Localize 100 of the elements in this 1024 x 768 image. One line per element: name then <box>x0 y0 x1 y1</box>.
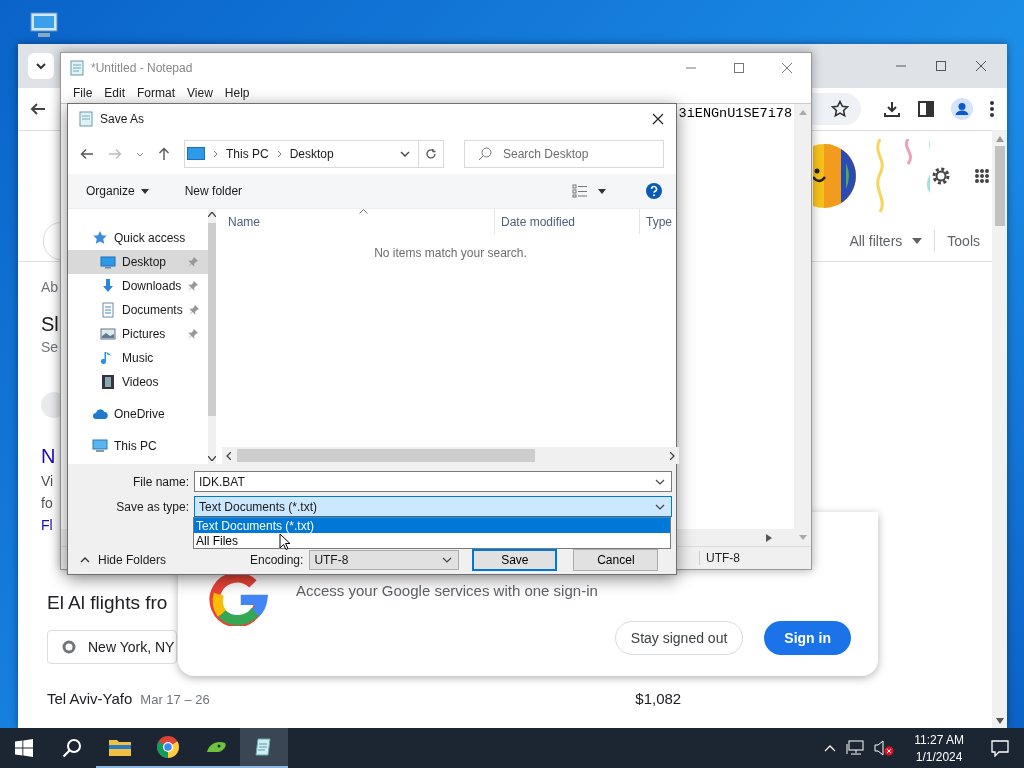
monitor-icon <box>187 147 205 161</box>
dropdown-caret-icon <box>140 188 149 194</box>
side-panel-icon[interactable] <box>917 100 935 118</box>
toolbar-button[interactable]: New folder <box>178 184 249 198</box>
encoding-label: Encoding: <box>250 553 304 567</box>
dialog-title: Save As <box>100 112 145 126</box>
dropdown-chevron-icon[interactable] <box>442 557 453 563</box>
chevron-up-icon <box>80 557 90 563</box>
column-header[interactable]: Date modified <box>494 209 639 234</box>
star-icon[interactable] <box>831 100 849 118</box>
profile-avatar-icon[interactable] <box>951 98 973 120</box>
travel-dates: Mar 17 – 26 <box>140 692 211 707</box>
column-header[interactable]: Type <box>639 209 679 234</box>
save-as-type-dropdown[interactable]: Text Documents (*.txt) <box>194 496 672 517</box>
empty-message: No items match your search. <box>373 246 528 262</box>
scroll-left-icon <box>226 451 231 460</box>
vertical-scrollbar[interactable] <box>208 209 216 464</box>
menu-item[interactable]: Format <box>131 86 182 100</box>
maximize-icon[interactable] <box>935 60 947 72</box>
result-text: Vi <box>41 472 54 491</box>
navigation-item[interactable]: Pictures <box>68 322 208 346</box>
navigation-item[interactable]: Documents <box>68 298 208 322</box>
tab-search-button[interactable] <box>28 53 54 79</box>
flights-heading: El Al flights fro <box>47 592 168 614</box>
scrollbar[interactable] <box>992 130 1007 728</box>
breadcrumb-item[interactable]: This PC <box>226 147 269 161</box>
save-button[interactable]: Save <box>472 549 558 571</box>
menu-item[interactable]: View <box>181 86 219 100</box>
origin-field[interactable]: New York, NY <box>47 630 177 664</box>
clock-time: 11:27 AM <box>914 732 964 747</box>
notification-icon <box>991 739 1009 757</box>
cloud-icon <box>92 406 108 422</box>
menu-item[interactable]: File <box>67 86 99 100</box>
filter-button[interactable]: Tools <box>935 233 992 249</box>
file-type-option[interactable]: Text Documents (*.txt) <box>194 518 670 533</box>
more-menu-icon[interactable] <box>989 100 995 118</box>
up-arrow-icon[interactable] <box>158 147 170 161</box>
document-text: 3iENGnU1SE7i78 <box>678 106 792 121</box>
navigation-item[interactable]: Downloads <box>68 274 208 298</box>
network-icon[interactable] <box>846 740 865 756</box>
close-icon[interactable] <box>652 113 664 125</box>
pin-icon <box>188 329 198 339</box>
menu-item[interactable]: Edit <box>98 86 132 100</box>
horizontal-scrollbar[interactable] <box>222 447 679 464</box>
dropdown-chevron-icon[interactable] <box>655 503 665 510</box>
dropdown-caret-icon <box>912 238 923 244</box>
pin-icon <box>188 257 198 267</box>
encoding-dropdown[interactable]: UTF-8 <box>309 550 460 570</box>
folder-icon <box>109 738 131 756</box>
hide-folders-button[interactable]: Hide Folders <box>80 553 250 567</box>
flight-price: $1,082 <box>635 690 682 707</box>
breadcrumb-item[interactable]: Desktop <box>289 147 334 161</box>
navigation-item[interactable]: This PC <box>68 434 208 458</box>
chevron-down-icon <box>35 60 47 72</box>
apps-grid-icon[interactable] <box>974 168 990 184</box>
stay-signed-out-button[interactable]: Stay signed out <box>614 621 744 655</box>
menu-item[interactable]: Help <box>218 86 256 100</box>
scrollbar-thumb[interactable] <box>994 146 1005 226</box>
scroll-up-icon <box>798 110 807 115</box>
sort-caret-icon <box>359 209 368 214</box>
back-arrow-icon[interactable] <box>80 148 94 160</box>
recent-locations-caret-icon[interactable] <box>136 151 144 157</box>
scroll-up-icon <box>208 212 216 217</box>
back-arrow-icon[interactable] <box>30 101 46 117</box>
dropdown-chevron-icon[interactable] <box>655 478 665 485</box>
refresh-icon[interactable] <box>425 148 437 160</box>
show-hidden-icons-icon[interactable] <box>824 744 837 752</box>
picture-icon <box>100 326 116 342</box>
scroll-down-icon <box>798 535 807 540</box>
navigation-item[interactable]: Videos <box>68 370 208 394</box>
computer-icon <box>92 438 108 454</box>
maximize-icon[interactable] <box>733 62 745 74</box>
scrollbar-thumb[interactable] <box>208 223 216 416</box>
filter-button[interactable]: All filters <box>837 233 935 249</box>
help-icon[interactable] <box>646 183 662 199</box>
navigation-item[interactable]: OneDrive <box>68 402 208 426</box>
scroll-down-icon <box>208 456 216 461</box>
navigation-item[interactable]: Desktop <box>68 250 208 274</box>
notepad-icon <box>69 60 85 76</box>
toolbar-button[interactable]: Organize <box>80 184 155 198</box>
search-field[interactable]: Search Desktop <box>464 140 664 168</box>
address-bar[interactable]: This PC Desktop <box>184 140 444 168</box>
navigation-item[interactable]: Music <box>68 346 208 370</box>
result-text: Ab <box>41 278 59 297</box>
column-header[interactable]: Name <box>222 209 494 234</box>
download-icon[interactable] <box>883 100 901 118</box>
navigation-item[interactable]: Quick access <box>68 226 208 250</box>
file-name-field[interactable]: IDK.BAT <box>194 471 672 492</box>
speaker-muted-icon[interactable] <box>874 740 895 756</box>
film-icon <box>100 374 116 390</box>
cancel-button[interactable]: Cancel <box>573 549 659 571</box>
clock[interactable]: 11:27 AM 1/1/2024 <box>902 732 976 764</box>
settings-icon[interactable] <box>930 165 952 187</box>
notepad-icon <box>78 111 94 127</box>
result-link[interactable]: Fl <box>41 514 53 536</box>
search-icon <box>62 738 82 758</box>
notepad-button[interactable] <box>240 728 288 768</box>
sign-in-button[interactable]: Sign in <box>764 621 851 655</box>
scroll-up-icon <box>995 136 1004 142</box>
scrollbar-thumb[interactable] <box>237 449 535 462</box>
